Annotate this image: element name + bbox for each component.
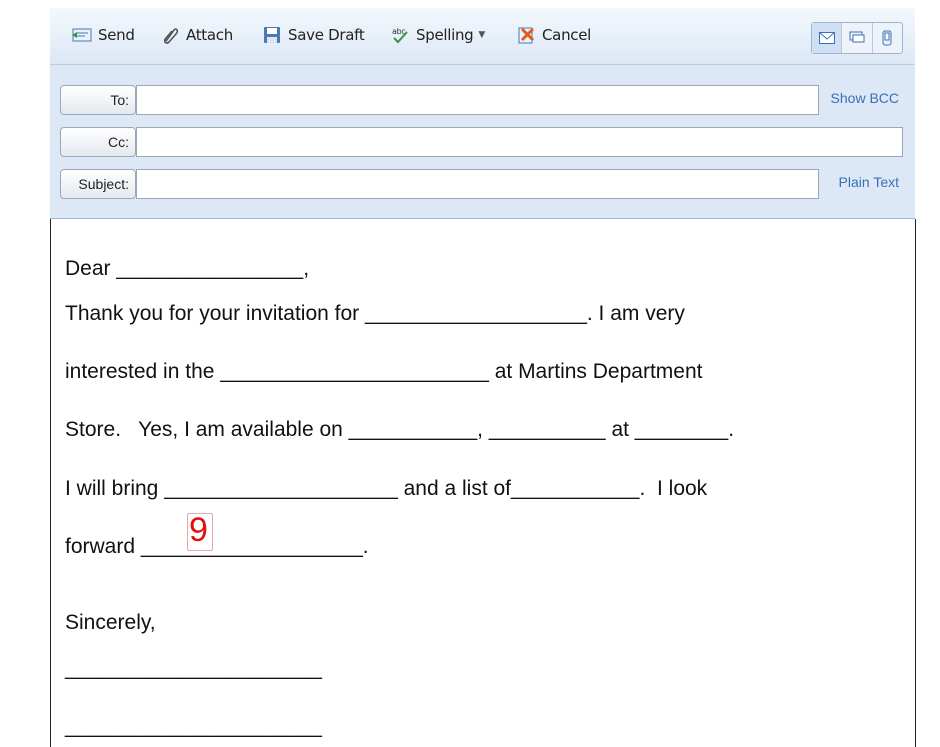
send-label: Send <box>98 26 135 44</box>
signature-blank: ______________________ <box>65 715 322 738</box>
body-line: I will bring ____________________ and a … <box>65 477 708 500</box>
envelope-icon <box>818 32 835 44</box>
email-view-button[interactable] <box>812 23 843 53</box>
chevron-down-icon: ▼ <box>478 30 486 40</box>
cancel-button[interactable]: Cancel <box>516 23 591 47</box>
active-blank-value: 9 <box>189 511 208 549</box>
attach-button[interactable]: Attach <box>160 23 233 47</box>
save-draft-label: Save Draft <box>288 26 365 44</box>
signature-blank: ______________________ <box>65 657 322 680</box>
phone-view-button[interactable] <box>873 23 902 53</box>
chat-icon <box>849 31 865 43</box>
to-field[interactable] <box>136 85 819 115</box>
spelling-label: Spelling <box>416 26 474 44</box>
cc-field[interactable] <box>136 127 903 157</box>
spell-check-icon: abc <box>392 27 408 44</box>
message-body-editor[interactable]: Dear ________________, Thank you for you… <box>50 219 916 747</box>
message-header: To: Show BCC Cc: Subject: Plain Text <box>50 65 915 219</box>
attach-label: Attach <box>186 26 233 44</box>
send-icon <box>72 28 92 42</box>
cancel-label: Cancel <box>542 26 592 44</box>
body-line-closing: Sincerely, <box>65 611 156 634</box>
cancel-icon <box>518 27 535 44</box>
body-line-greeting: Dear ________________, <box>65 257 310 280</box>
view-toggle-group <box>811 22 903 54</box>
body-line: forward ___________________. <box>65 535 369 558</box>
body-line: interested in the ______________________… <box>65 360 703 383</box>
to-button[interactable]: To: <box>60 85 136 115</box>
send-button[interactable]: Send <box>72 23 135 47</box>
paperclip-icon <box>163 28 179 44</box>
compose-toolbar: Send Attach Save Draft abc Spelling ▼ Ca… <box>50 8 915 65</box>
subject-button[interactable]: Subject: <box>60 169 136 199</box>
cc-button[interactable]: Cc: <box>60 127 136 157</box>
subject-field[interactable] <box>136 169 819 199</box>
show-bcc-link[interactable]: Show BCC <box>831 90 899 106</box>
floppy-disk-icon <box>264 27 280 43</box>
email-compose-window: Send Attach Save Draft abc Spelling ▼ Ca… <box>50 8 916 747</box>
body-line: Thank you for your invitation for ______… <box>65 302 685 325</box>
plain-text-link[interactable]: Plain Text <box>839 174 899 190</box>
save-draft-button[interactable]: Save Draft <box>262 23 365 47</box>
body-line: Store. Yes, I am available on __________… <box>65 418 735 441</box>
chat-view-button[interactable] <box>842 23 873 53</box>
phone-icon <box>882 30 892 46</box>
spelling-dropdown[interactable]: abc Spelling ▼ <box>390 23 485 47</box>
